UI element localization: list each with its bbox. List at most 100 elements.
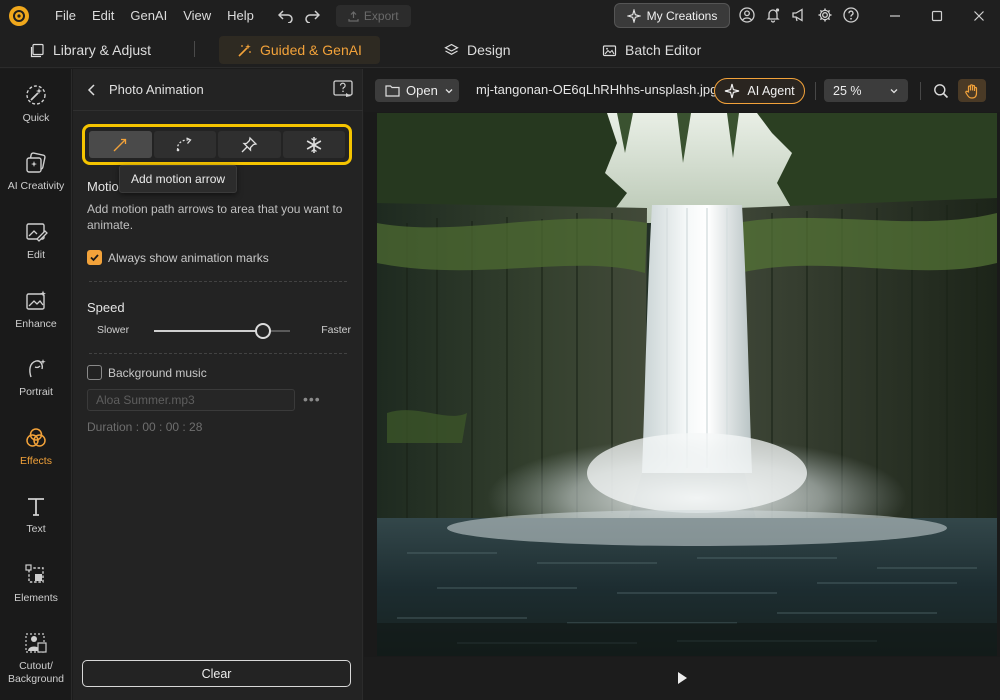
effects-icon — [23, 425, 49, 451]
ai-agent-label: AI Agent — [747, 84, 795, 98]
clear-button[interactable]: Clear — [82, 660, 351, 687]
rail-item-cutout-background[interactable]: Cutout/ Background — [0, 630, 72, 686]
checkmark-icon — [90, 254, 99, 262]
edit-image-icon — [23, 219, 49, 245]
rail-item-text[interactable]: Text — [0, 493, 72, 536]
back-chevron-icon[interactable] — [85, 82, 101, 98]
panel-title: Photo Animation — [109, 82, 204, 97]
motion-arrow-tool[interactable] — [89, 131, 152, 158]
batch-images-icon — [602, 44, 617, 56]
tab-batch-editor[interactable]: Batch Editor — [602, 36, 701, 64]
rail-label-portrait: Portrait — [19, 386, 53, 398]
tab-batch-label: Batch Editor — [625, 42, 702, 58]
always-show-marks-label: Always show animation marks — [108, 250, 269, 265]
menu-genai[interactable]: GenAI — [122, 0, 175, 32]
play-icon[interactable] — [674, 670, 690, 686]
rail-label-quick: Quick — [22, 112, 50, 124]
always-show-marks-checkbox[interactable] — [87, 250, 102, 265]
zoom-search-icon[interactable] — [930, 79, 952, 102]
sparkle-icon — [626, 8, 641, 23]
enhance-icon — [23, 288, 49, 314]
rail-item-ai-creativity[interactable]: AI Creativity — [0, 150, 72, 193]
menu-file[interactable]: File — [47, 0, 84, 32]
minimize-icon[interactable] — [874, 0, 916, 32]
maximize-icon[interactable] — [916, 0, 958, 32]
cutout-icon — [23, 630, 49, 656]
rail-item-portrait[interactable]: Portrait — [0, 356, 72, 399]
zoom-select[interactable]: 25 % — [824, 79, 908, 102]
ai-agent-button[interactable]: AI Agent — [714, 78, 805, 104]
settings-gear-icon[interactable] — [816, 6, 833, 24]
tab-guided-genai[interactable]: Guided & GenAI — [219, 36, 380, 64]
always-show-marks-row[interactable]: Always show animation marks — [87, 250, 269, 265]
tab-library-adjust[interactable]: Library & Adjust — [30, 36, 151, 64]
menu-edit[interactable]: Edit — [84, 0, 122, 32]
hand-pan-icon[interactable] — [958, 79, 986, 102]
rail-item-quick[interactable]: Quick — [0, 82, 72, 125]
speed-slider-fill — [154, 330, 263, 332]
tooltip-add-motion-arrow: Add motion arrow — [119, 165, 238, 193]
freeze-area-tool[interactable] — [282, 131, 345, 158]
playback-bar — [364, 657, 1000, 700]
speed-slider-handle[interactable] — [254, 323, 271, 339]
motion-path-tool[interactable] — [153, 131, 216, 158]
speed-max-label: Faster — [321, 324, 351, 336]
rail-item-elements[interactable]: Elements — [0, 562, 72, 605]
rail-item-enhance[interactable]: Enhance — [0, 288, 72, 331]
rail-label-ai-creativity: AI Creativity — [7, 180, 65, 192]
background-music-label: Background music — [108, 365, 207, 380]
rail-item-effects[interactable]: Effects — [0, 425, 72, 468]
redo-icon[interactable] — [302, 6, 322, 26]
my-creations-button[interactable]: My Creations — [614, 3, 730, 28]
mode-bar: Library & Adjust Guided & GenAI Design B… — [0, 32, 1000, 68]
background-music-checkbox[interactable] — [87, 365, 102, 380]
notification-bell-icon[interactable] — [764, 6, 781, 24]
guided-wand-icon — [238, 43, 251, 57]
menu-bar: File Edit GenAI View Help — [47, 0, 262, 32]
tutorial-video-icon[interactable] — [333, 80, 353, 98]
rail-item-edit[interactable]: Edit — [0, 219, 72, 262]
tab-design[interactable]: Design — [444, 36, 511, 64]
panel-header: Photo Animation — [73, 69, 363, 111]
speed-slider[interactable] — [154, 323, 290, 339]
my-creations-label: My Creations — [646, 8, 718, 23]
speed-title: Speed — [87, 300, 125, 315]
library-icon — [30, 43, 44, 57]
tab-guided-label: Guided & GenAI — [260, 42, 362, 58]
mode-divider — [194, 41, 195, 57]
motion-description: Add motion path arrows to area that you … — [87, 202, 343, 232]
snowflake-icon — [306, 136, 322, 153]
export-label: Export — [363, 9, 399, 23]
animation-tool-group — [82, 124, 352, 165]
feedback-megaphone-icon[interactable] — [790, 6, 807, 24]
background-music-row[interactable]: Background music — [87, 365, 207, 380]
rail-label-enhance: Enhance — [15, 318, 57, 330]
tab-library-label: Library & Adjust — [53, 42, 152, 58]
menu-help[interactable]: Help — [219, 0, 262, 32]
open-button[interactable]: Open — [375, 79, 459, 102]
account-icon[interactable] — [738, 6, 755, 24]
folder-icon — [385, 85, 400, 97]
tool-rail: Quick AI Creativity Edit Enhance Portrai… — [0, 69, 72, 700]
file-name: mj-tangonan-OE6qLhRHhhs-unsplash.jpg — [476, 82, 718, 97]
anchor-point-tool[interactable] — [218, 131, 281, 158]
speed-min-label: Slower — [97, 324, 130, 336]
canvas-area[interactable] — [364, 112, 1000, 657]
elements-icon — [23, 562, 49, 588]
menu-view[interactable]: View — [175, 0, 219, 32]
rail-label-elements: Elements — [14, 592, 58, 604]
export-button[interactable]: Export — [335, 5, 411, 27]
rail-label-cutout-background: Cutout/ Background — [7, 660, 65, 685]
undo-icon[interactable] — [276, 6, 296, 26]
help-icon[interactable] — [842, 6, 859, 24]
export-icon — [348, 10, 359, 22]
curved-path-icon — [176, 136, 192, 151]
motion-arrow-icon — [113, 138, 127, 151]
zoom-value: 25 % — [833, 83, 862, 98]
canvas-toolbar: Open mj-tangonan-OE6qLhRHhhs-unsplash.jp… — [364, 69, 1000, 112]
toolbar-separator — [815, 82, 816, 100]
speed-slider-row: Slower Faster — [97, 323, 351, 339]
close-window-icon[interactable] — [958, 0, 1000, 32]
waterfall-photo[interactable] — [377, 113, 997, 656]
rail-label-effects: Effects — [20, 455, 52, 467]
